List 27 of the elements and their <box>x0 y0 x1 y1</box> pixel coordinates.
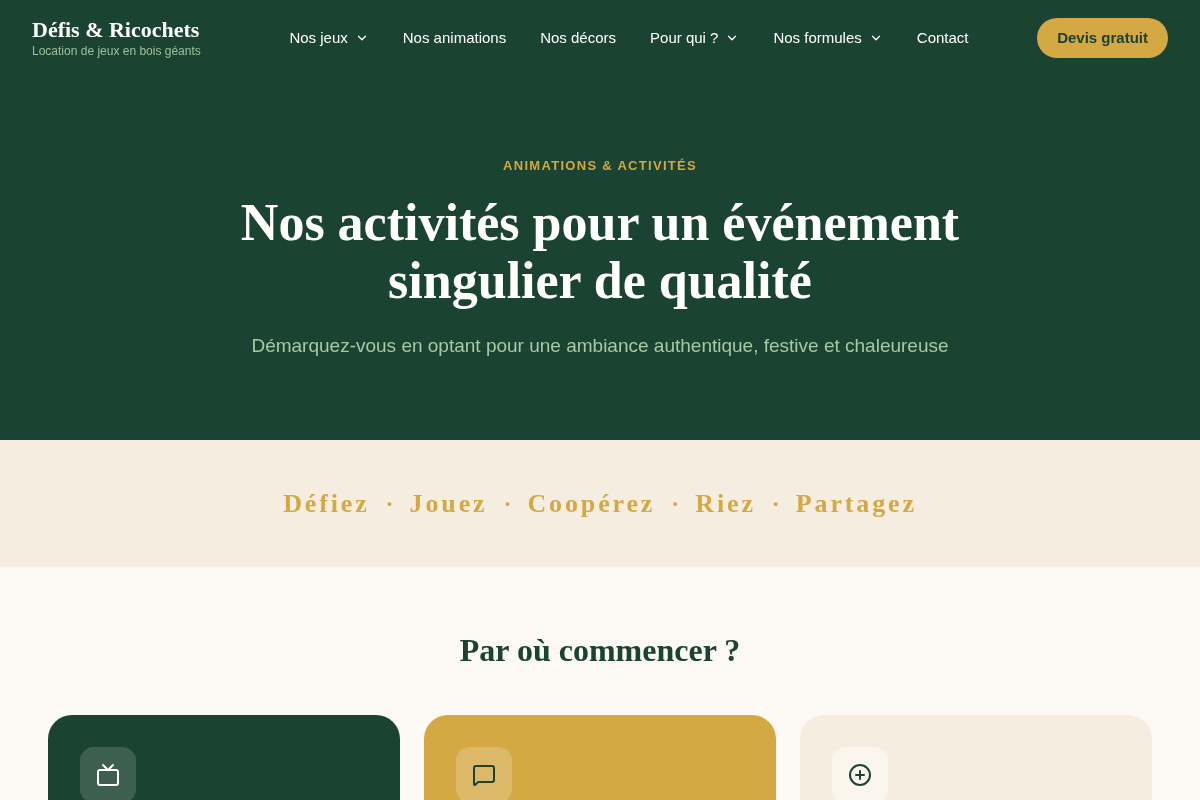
nav-link[interactable]: Nos animations <box>402 28 507 48</box>
hero-eyebrow: ANIMATIONS & ACTIVITÉS <box>503 158 697 174</box>
separator-dot: · <box>771 489 780 519</box>
separator-dot: · <box>385 489 394 519</box>
tagline-word: Défiez <box>283 488 370 520</box>
tagline-word: Coopérez <box>527 488 656 520</box>
nav-link[interactable]: Pour qui ? <box>650 28 740 48</box>
separator-dot: · <box>671 489 680 519</box>
separator-dot: · <box>503 489 512 519</box>
speech-bubble-icon <box>456 747 512 800</box>
tagline-word: Jouez <box>409 488 488 520</box>
section-heading: Par où commencer ? <box>459 631 741 669</box>
tagline-word: Partagez <box>795 488 917 520</box>
nav-link[interactable]: Nos jeux <box>289 28 369 48</box>
tagline-word: Riez <box>695 488 756 520</box>
nav-link[interactable]: Contact <box>916 28 969 48</box>
nav-link[interactable]: Nos décors <box>540 28 617 48</box>
quote-button[interactable]: Devis gratuit <box>1037 18 1168 58</box>
tv-icon <box>80 747 136 800</box>
feature-card[interactable] <box>424 715 776 800</box>
feature-card[interactable] <box>800 715 1152 800</box>
hero-heading: Nos activités pour un événement singulier de qualité <box>239 194 961 310</box>
site-logo-title[interactable]: Défis & Ricochets <box>32 17 201 43</box>
site-tagline: Location de jeux en bois géants <box>32 43 201 59</box>
feature-card[interactable] <box>48 715 400 800</box>
nav-link[interactable]: Nos formules <box>773 28 883 48</box>
hero-subtitle: Démarquez-vous en optant pour une ambiance authentique, festive et chaleureuse <box>251 334 949 358</box>
